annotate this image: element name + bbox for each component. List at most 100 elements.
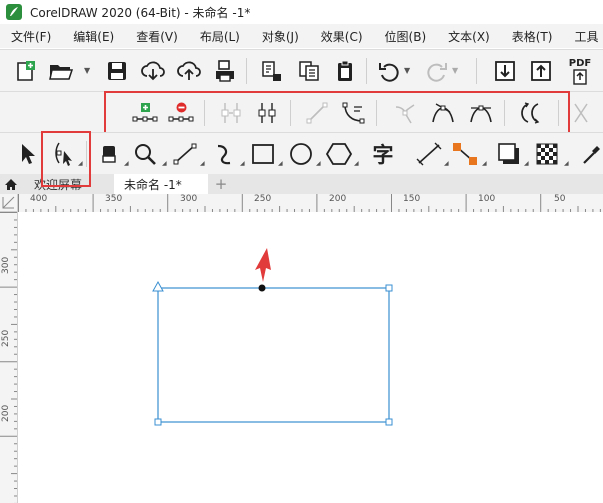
- smooth-node-button[interactable]: [430, 100, 456, 126]
- vertical-ruler[interactable]: 300 250 200: [0, 212, 18, 503]
- break-curve-button[interactable]: [254, 100, 280, 126]
- zoom-tool-button[interactable]: [132, 141, 158, 167]
- red-arrow-indicator: [255, 248, 271, 282]
- delete-node-icon: [168, 102, 194, 122]
- eyedropper-icon: [583, 146, 600, 164]
- redo-dropdown-icon[interactable]: ▼: [452, 66, 458, 75]
- corner-handle[interactable]: [385, 284, 393, 292]
- artistic-media-tool-button[interactable]: [212, 141, 238, 167]
- toolbar-separator: [376, 100, 377, 126]
- eraser-icon: [102, 146, 116, 163]
- menu-bitmap[interactable]: 位图(B): [385, 28, 427, 45]
- publish-pdf-button[interactable]: PDF: [566, 56, 594, 86]
- cusp-node-icon: [395, 104, 415, 124]
- ruler-label: 200: [1, 404, 11, 422]
- connector-tool-button[interactable]: [452, 141, 478, 167]
- cusp-node-button[interactable]: [392, 100, 418, 126]
- selected-node[interactable]: [258, 284, 266, 292]
- paste-button[interactable]: [332, 58, 358, 84]
- toolbar-separator: [476, 58, 477, 84]
- import-button[interactable]: [258, 58, 284, 84]
- menu-file[interactable]: 文件(F): [11, 28, 51, 45]
- to-line-button[interactable]: [304, 100, 330, 126]
- document-tabs: 欢迎屏幕 未命名 -1* +: [0, 174, 603, 194]
- extend-curve-button[interactable]: [568, 100, 594, 126]
- flyout-triangle-icon: ◢: [162, 160, 167, 167]
- tab-document[interactable]: 未命名 -1*: [114, 174, 208, 194]
- dimension-line-icon: [416, 142, 442, 166]
- menu-effects[interactable]: 效果(C): [321, 28, 363, 45]
- tab-welcome-screen[interactable]: 欢迎屏幕: [22, 174, 114, 194]
- dimension-tool-button[interactable]: [416, 141, 442, 167]
- flyout-triangle-icon: ◢: [482, 160, 487, 167]
- export-cloud-button[interactable]: [176, 58, 202, 84]
- polygon-tool-button[interactable]: [326, 141, 352, 167]
- shape-tool-button[interactable]: [50, 141, 76, 167]
- first-node-handle[interactable]: [152, 280, 164, 292]
- open-dropdown-icon[interactable]: ▼: [84, 66, 90, 75]
- import-arrow-icon: [495, 61, 515, 81]
- smooth-node-icon: [432, 103, 454, 123]
- redo-icon: [427, 63, 447, 82]
- print-button[interactable]: [212, 58, 238, 84]
- undo-icon: [379, 63, 399, 82]
- menu-layout[interactable]: 布局(L): [200, 28, 240, 45]
- open-button[interactable]: [48, 58, 74, 84]
- join-nodes-button[interactable]: [218, 100, 244, 126]
- menu-edit[interactable]: 编辑(E): [73, 28, 114, 45]
- copy-properties-button[interactable]: [296, 58, 322, 84]
- pick-tool-button[interactable]: [14, 141, 40, 167]
- menu-text[interactable]: 文本(X): [448, 28, 490, 45]
- toolbar-separator: [86, 141, 87, 167]
- export-file-button[interactable]: [528, 58, 554, 84]
- home-tab[interactable]: [0, 174, 22, 194]
- export-arrow-icon: [531, 61, 551, 81]
- redo-button[interactable]: [424, 58, 450, 84]
- curve-stroke-icon: [217, 144, 231, 165]
- transparency-tool-button[interactable]: [534, 141, 560, 167]
- drop-shadow-tool-button[interactable]: [496, 141, 522, 167]
- clipboard-icon: [338, 60, 352, 81]
- corner-handle[interactable]: [385, 418, 393, 426]
- eyedropper-tool-button[interactable]: [578, 141, 603, 167]
- add-node-button[interactable]: [132, 100, 158, 126]
- flyout-triangle-icon: ◢: [354, 160, 359, 167]
- new-document-button[interactable]: [12, 58, 38, 84]
- selected-rectangle[interactable]: [157, 287, 390, 423]
- drop-shadow-icon: [498, 143, 519, 164]
- delete-node-button[interactable]: [168, 100, 194, 126]
- menu-object[interactable]: 对象(J): [262, 28, 299, 45]
- symmetrical-node-button[interactable]: [468, 100, 494, 126]
- menu-table[interactable]: 表格(T): [512, 28, 553, 45]
- corner-handle[interactable]: [154, 418, 162, 426]
- rectangle-tool-button[interactable]: [250, 141, 276, 167]
- import-cloud-button[interactable]: [140, 58, 166, 84]
- undo-dropdown-icon[interactable]: ▼: [404, 66, 410, 75]
- connector-icon: [453, 143, 477, 165]
- crop-tool-button[interactable]: [96, 141, 122, 167]
- standard-toolbar: ▼ ▼ ▼ PDF: [0, 49, 603, 92]
- toolbar-separator: [366, 58, 367, 84]
- cloud-upload-icon: [177, 61, 201, 80]
- reverse-direction-button[interactable]: [516, 100, 542, 126]
- pdf-export-icon: [573, 68, 587, 85]
- text-tool-button[interactable]: 字: [370, 141, 396, 167]
- freehand-tool-button[interactable]: [172, 141, 198, 167]
- flyout-triangle-icon: ◢: [240, 160, 245, 167]
- ruler-label: 250: [1, 329, 11, 347]
- import-file-button[interactable]: [492, 58, 518, 84]
- hexagon-icon: [326, 143, 352, 165]
- add-tab-button[interactable]: +: [210, 174, 232, 194]
- menu-tools[interactable]: 工具: [574, 28, 598, 45]
- ellipse-tool-button[interactable]: [288, 141, 314, 167]
- ruler-corner[interactable]: [0, 194, 18, 212]
- toolbar-separator: [204, 100, 205, 126]
- menu-view[interactable]: 查看(V): [136, 28, 178, 45]
- extend-curve-icon: [574, 103, 588, 123]
- to-curve-button[interactable]: [340, 100, 366, 126]
- horizontal-ruler[interactable]: 400 350 300 250 200 150 100 50: [18, 194, 603, 213]
- drawing-canvas[interactable]: [18, 212, 603, 503]
- save-button[interactable]: [104, 58, 130, 84]
- undo-button[interactable]: [376, 58, 402, 84]
- ruler-label: 100: [478, 194, 496, 204]
